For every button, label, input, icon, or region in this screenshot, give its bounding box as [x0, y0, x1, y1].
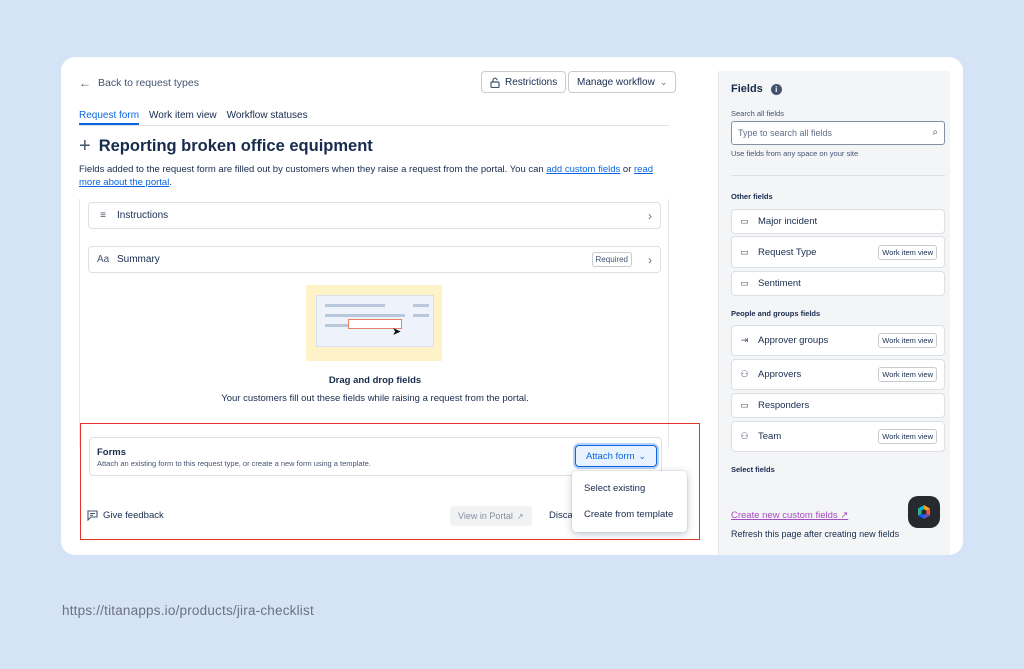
- page-title-text: Reporting broken office equipment: [98, 137, 373, 155]
- select-fields-heading: Select fields: [731, 465, 775, 474]
- cursor-icon: ➤: [392, 326, 402, 338]
- give-feedback-label: Give feedback: [103, 510, 164, 521]
- search-fields-input[interactable]: Type to search all fields ⌕: [731, 121, 945, 145]
- other-fields-heading: Other fields: [731, 192, 773, 201]
- description-text: Fields added to the request form are fil…: [79, 164, 547, 175]
- team-icon: ⚇: [740, 431, 749, 441]
- panel-field-label: Major incident: [758, 216, 818, 227]
- panel-field-approver-groups[interactable]: ⇥ Approver groups Work item view: [731, 325, 945, 356]
- chevron-right-icon: ›: [648, 252, 652, 267]
- panel-field-request-type[interactable]: ▭ Request Type Work item view: [731, 236, 945, 268]
- search-placeholder: Type to search all fields: [738, 128, 833, 138]
- forms-highlight: Forms Attach an existing form to this re…: [80, 423, 700, 540]
- panel-field-label: Approvers: [758, 369, 802, 380]
- view-in-portal-label: View in Portal: [458, 511, 513, 521]
- panel-field-label: Team: [758, 431, 782, 442]
- dropzone-subtitle: Your customers fill out these fields whi…: [221, 393, 529, 404]
- folder-icon: ▭: [740, 246, 749, 257]
- work-item-view-badge: Work item view: [878, 244, 937, 260]
- tab-work-item-view[interactable]: Work item view: [149, 103, 217, 125]
- fields-panel-title-text: Fields: [731, 83, 763, 95]
- form-description: Fields added to the request form are fil…: [79, 163, 669, 189]
- refresh-hint: Refresh this page after creating new fie…: [731, 529, 900, 539]
- create-custom-fields-label: Create new custom fields: [731, 510, 838, 521]
- restrictions-label: Restrictions: [505, 76, 558, 88]
- form-fields-area: ≡ Instructions › Aa Summary Required › ➤…: [79, 199, 669, 447]
- panel-field-approvers[interactable]: ⚇ Approvers Work item view: [731, 359, 945, 390]
- folder-icon: ▭: [740, 278, 749, 288]
- tab-workflow-statuses[interactable]: Workflow statuses: [227, 103, 308, 125]
- attach-form-menu: Select existing Create from template: [572, 471, 687, 532]
- work-item-view-badge: Work item view: [878, 367, 937, 382]
- tab-request-form[interactable]: Request form: [79, 103, 140, 125]
- tab-bar: Request form Work item view Workflow sta…: [79, 103, 669, 126]
- arrow-left-icon: ←: [79, 76, 91, 90]
- field-row-summary[interactable]: Aa Summary Required ›: [88, 246, 661, 273]
- source-url: https://titanapps.io/products/jira-check…: [62, 603, 314, 618]
- attach-form-label: Attach form: [585, 450, 635, 462]
- manage-workflow-label: Manage workflow: [577, 76, 655, 88]
- folder-icon: ▭: [740, 400, 749, 410]
- divider: [731, 175, 945, 176]
- work-item-view-badge: Work item view: [878, 429, 937, 444]
- drag-drop-illustration: ➤: [306, 285, 442, 361]
- folder-icon: ▭: [740, 216, 749, 226]
- restrictions-button[interactable]: Restrictions: [481, 71, 567, 93]
- fields-panel: Fields i Search all fields Type to searc…: [718, 71, 950, 555]
- approver-groups-icon: ⇥: [740, 335, 749, 345]
- menu-item-create-from-template[interactable]: Create from template: [584, 509, 673, 520]
- back-link[interactable]: ← Back to request types: [79, 76, 199, 90]
- external-link-icon: ↗: [840, 510, 849, 521]
- description-text-or: or: [620, 164, 635, 175]
- external-link-icon: ↗: [516, 511, 524, 521]
- chevron-down-icon: ⌄: [638, 450, 647, 461]
- work-item-view-badge: Work item view: [878, 333, 937, 348]
- search-icon: ⌕: [932, 127, 938, 138]
- chevron-right-icon: ›: [648, 208, 652, 223]
- dropzone-title: Drag and drop fields: [328, 375, 422, 386]
- menu-item-select-existing[interactable]: Select existing: [584, 483, 645, 494]
- unlock-icon: [490, 77, 500, 88]
- manage-workflow-button[interactable]: Manage workflow ⌄: [568, 71, 677, 93]
- people-fields-heading: People and groups fields: [731, 309, 821, 318]
- text-field-icon: Aa: [97, 254, 110, 265]
- panel-field-responders[interactable]: ▭ Responders: [731, 393, 945, 418]
- field-label: Instructions: [117, 210, 169, 221]
- forms-title: Forms: [97, 447, 127, 458]
- panel-field-sentiment[interactable]: ▭ Sentiment: [731, 271, 945, 296]
- main-card: ← Back to request types Restrictions Man…: [61, 57, 963, 555]
- panel-field-label: Request Type: [758, 246, 817, 258]
- search-hint: Use fields from any space on your site: [731, 149, 859, 158]
- field-label: Summary: [117, 254, 160, 265]
- feedback-icon: [87, 510, 98, 521]
- field-row-instructions[interactable]: ≡ Instructions ›: [88, 202, 661, 229]
- panel-field-label: Approver groups: [758, 335, 829, 346]
- fields-panel-title: Fields i: [731, 83, 782, 95]
- give-feedback-button[interactable]: Give feedback: [87, 510, 164, 521]
- assistant-fab[interactable]: [908, 496, 940, 528]
- chevron-down-icon: ⌄: [659, 76, 668, 87]
- add-custom-fields-link[interactable]: add custom fields: [546, 164, 620, 175]
- required-badge: Required: [591, 252, 632, 267]
- search-label: Search all fields: [731, 109, 784, 118]
- panel-field-label: Sentiment: [758, 278, 801, 289]
- back-link-label: Back to request types: [98, 77, 199, 89]
- description-period: .: [169, 177, 172, 188]
- instructions-icon: ≡: [100, 210, 106, 221]
- panel-field-major-incident[interactable]: ▭ Major incident: [731, 209, 945, 234]
- forms-description: Attach an existing form to this request …: [97, 459, 371, 468]
- plus-icon: +: [79, 135, 91, 157]
- info-icon[interactable]: i: [770, 83, 782, 95]
- view-in-portal-button[interactable]: View in Portal ↗: [450, 506, 532, 526]
- panel-field-team[interactable]: ⚇ Team Work item view: [731, 421, 945, 452]
- panel-field-label: Responders: [758, 400, 810, 411]
- rovo-logo-icon: [918, 505, 930, 519]
- create-custom-fields-link[interactable]: Create new custom fields ↗: [731, 510, 848, 521]
- person-icon: ⚇: [740, 369, 749, 379]
- page-title: + Reporting broken office equipment: [79, 135, 373, 158]
- attach-form-button[interactable]: Attach form ⌄: [575, 445, 657, 467]
